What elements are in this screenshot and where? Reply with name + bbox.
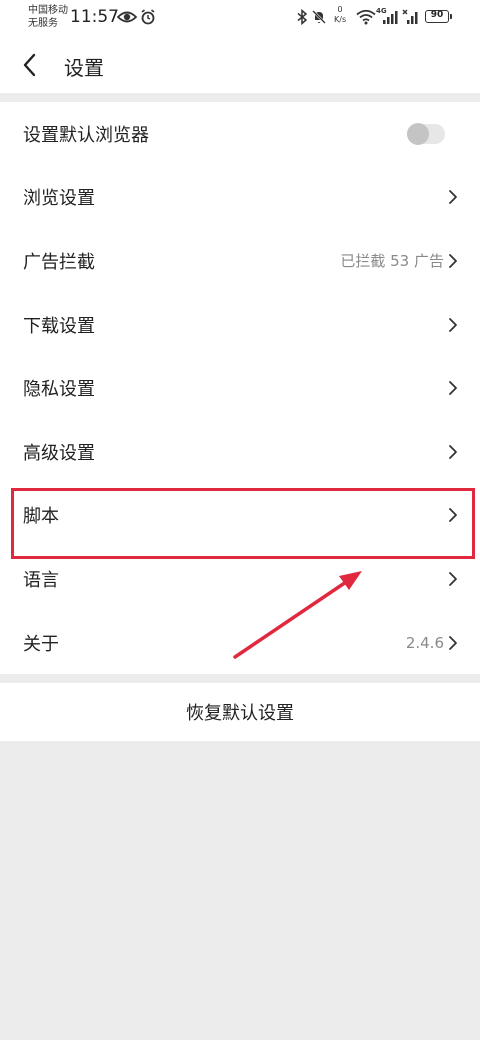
chevron-right-icon [449,444,457,459]
wifi-icon [356,9,376,25]
mute-bell-icon [312,10,326,24]
settings-row-browsing[interactable]: 浏览设置 [0,166,480,230]
eye-icon [117,11,137,23]
settings-row-label: 设置默认浏览器 [23,124,149,146]
app-version: 2.4.6 [405,633,444,652]
toggle-knob [407,122,429,145]
settings-row-download[interactable]: 下载设置 [0,293,480,357]
ad-block-count: 已拦截 53 广告 [340,252,444,271]
carrier-status: 无服务 [28,18,58,29]
settings-row-label: 高级设置 [23,442,95,464]
carrier-info: 中国移动 无服务 [28,4,68,30]
chevron-right-icon [449,635,457,650]
back-button[interactable] [14,48,50,82]
default-browser-toggle[interactable] [407,122,445,145]
empty-background [0,741,480,1040]
bluetooth-icon [297,9,308,25]
chevron-left-icon [23,53,36,77]
app-header: 设置 [0,36,480,94]
settings-row-privacy[interactable]: 隐私设置 [0,356,480,420]
settings-row-label: 语言 [23,569,59,591]
settings-row-about[interactable]: 关于 2.4.6 [0,611,480,675]
carrier-name: 中国移动 [28,5,68,16]
battery-icon: 90 [425,10,452,23]
status-bar: 中国移动 无服务 11:57 0 K/s 4G 90 [0,0,480,36]
chevron-right-icon [449,190,457,205]
section-divider [0,674,480,683]
settings-row-advanced[interactable]: 高级设置 [0,420,480,484]
reset-defaults-button[interactable]: 恢复默认设置 [0,683,480,741]
battery-level: 90 [430,10,444,20]
chevron-right-icon [449,381,457,396]
chevron-right-icon [449,572,457,586]
signal-icon [383,11,398,24]
chevron-right-icon [449,254,457,268]
settings-row-label: 隐私设置 [23,379,95,401]
net-speed-value: 0 [337,5,343,14]
page-title: 设置 [64,56,104,80]
net-speed: 0 K/s [334,5,346,25]
chevron-right-icon [449,317,457,332]
status-time: 11:57 [70,7,119,27]
no-sim-signal-icon [402,9,418,24]
alarm-icon [141,9,155,25]
annotation-highlight-box [11,488,475,559]
settings-row-label: 下载设置 [23,315,95,337]
settings-row-ad-block[interactable]: 广告拦截 已拦截 53 广告 [0,229,480,293]
settings-row-default-browser[interactable]: 设置默认浏览器 [0,102,480,166]
net-speed-unit: K/s [334,15,347,24]
settings-row-label: 广告拦截 [23,251,95,273]
settings-row-label: 关于 [23,633,59,655]
section-divider [0,93,480,102]
settings-row-label: 浏览设置 [23,188,95,210]
settings-list: 设置默认浏览器 浏览设置 广告拦截 已拦截 53 广告 下载设置 隐私设置 高级… [0,102,480,675]
